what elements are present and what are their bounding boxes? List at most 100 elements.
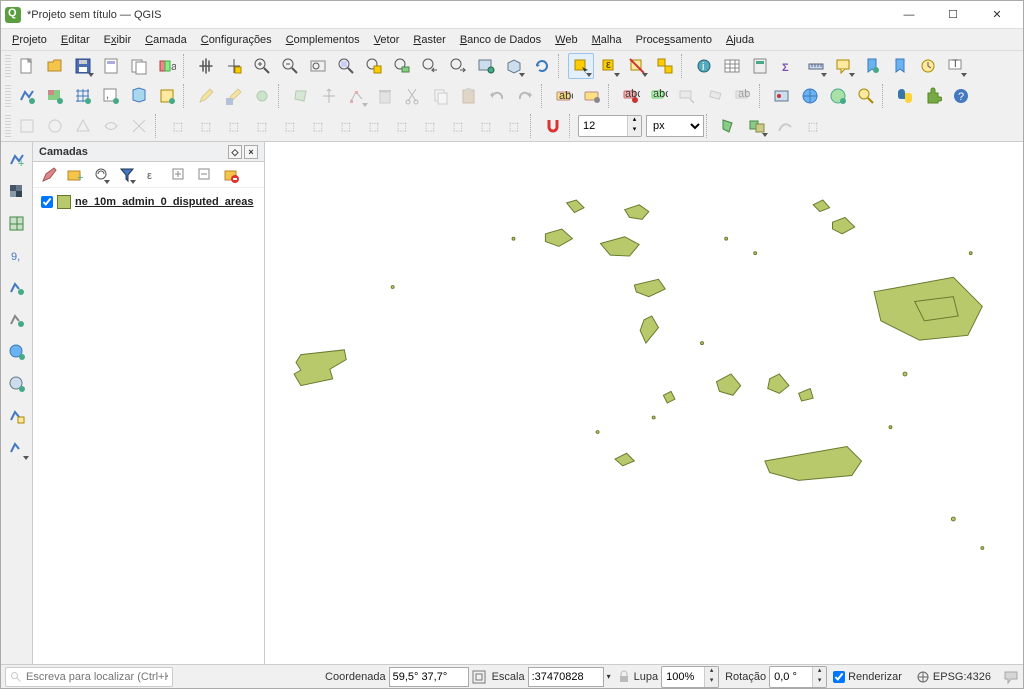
new-map-view-button[interactable]	[473, 53, 499, 79]
messages-icon[interactable]	[1003, 669, 1019, 685]
menu-editar[interactable]: Editar	[54, 32, 97, 48]
adv-digitize-15[interactable]: ⬚	[417, 113, 443, 139]
python-console-button[interactable]	[892, 83, 918, 109]
magnifier-input[interactable]: ▴▾	[661, 666, 719, 688]
adv-digitize-14[interactable]: ⬚	[389, 113, 415, 139]
avoid-intersections-button[interactable]	[744, 113, 770, 139]
adv-digitize-18[interactable]: ⬚	[501, 113, 527, 139]
add-raster-layer-button[interactable]	[42, 83, 68, 109]
text-annotation-button[interactable]: T	[943, 53, 969, 79]
panel-undock-button[interactable]: ◇	[228, 145, 242, 159]
pan-to-selection-button[interactable]	[221, 53, 247, 79]
redo-button[interactable]	[512, 83, 538, 109]
new-mesh-icon[interactable]	[3, 210, 31, 238]
menu-exibir[interactable]: Exibir	[97, 32, 139, 48]
adv-digitize-10[interactable]: ⬚	[277, 113, 303, 139]
maximize-button[interactable]: ☐	[931, 1, 975, 29]
statistics-button[interactable]: Σ	[775, 53, 801, 79]
save-project-button[interactable]	[70, 53, 96, 79]
coordinate-input[interactable]	[389, 667, 469, 687]
label-button[interactable]: abc	[551, 83, 577, 109]
zoom-native-button[interactable]	[305, 53, 331, 79]
new-bookmark-button[interactable]	[859, 53, 885, 79]
help-button[interactable]: ?	[948, 83, 974, 109]
label-move-button[interactable]	[674, 83, 700, 109]
bookmarks-button[interactable]	[887, 53, 913, 79]
rotation-input[interactable]: ▴▾	[769, 666, 827, 688]
layer-name[interactable]: ne_10m_admin_0_disputed_areas	[75, 196, 254, 208]
layer-tree[interactable]: ne_10m_admin_0_disputed_areas	[33, 188, 264, 664]
delete-selected-button[interactable]	[372, 83, 398, 109]
label-pin-button[interactable]: abc	[618, 83, 644, 109]
snap-unit-select[interactable]: px	[646, 115, 704, 137]
new-wms-icon[interactable]	[3, 338, 31, 366]
select-features-button[interactable]	[568, 53, 594, 79]
menu-ajuda[interactable]: Ajuda	[719, 32, 761, 48]
new-wfs-icon[interactable]	[3, 370, 31, 398]
toggle-editing-button[interactable]	[193, 83, 219, 109]
zoom-next-button[interactable]	[445, 53, 471, 79]
menu-processamento[interactable]: Processamento	[629, 32, 719, 48]
pan-button[interactable]	[193, 53, 219, 79]
zoom-out-button[interactable]	[277, 53, 303, 79]
render-toggle[interactable]: Renderizar	[833, 671, 902, 683]
metasearch-button[interactable]	[853, 83, 879, 109]
new-vector-icon[interactable]: +	[3, 146, 31, 174]
adv-digitize-2[interactable]	[42, 113, 68, 139]
toolbar-handle[interactable]	[5, 85, 11, 107]
save-edits-button[interactable]	[221, 83, 247, 109]
adv-digitize-5[interactable]	[126, 113, 152, 139]
label-properties-button[interactable]: ab	[730, 83, 756, 109]
menu-vetor[interactable]: Vetor	[367, 32, 407, 48]
new-spatialite-icon[interactable]	[3, 306, 31, 334]
add-spatialite-button[interactable]	[126, 83, 152, 109]
new-delimited-icon[interactable]: 9,	[3, 242, 31, 270]
menu-raster[interactable]: Raster	[406, 32, 452, 48]
adv-digitize-16[interactable]: ⬚	[445, 113, 471, 139]
remove-layer-button[interactable]	[220, 164, 242, 186]
adv-digitize-12[interactable]: ⬚	[333, 113, 359, 139]
collapse-all-button[interactable]	[194, 164, 216, 186]
manage-themes-button[interactable]	[90, 164, 112, 186]
adv-digitize-3[interactable]	[70, 113, 96, 139]
adv-digitize-6[interactable]: ⬚	[165, 113, 191, 139]
label-show-button[interactable]: abc	[646, 83, 672, 109]
close-button[interactable]: ✕	[975, 1, 1019, 29]
new-geopackage-icon[interactable]	[3, 274, 31, 302]
paste-features-button[interactable]	[456, 83, 482, 109]
snap-tolerance-input[interactable]: ▴▾	[578, 115, 642, 137]
zoom-full-button[interactable]	[333, 53, 359, 79]
new-project-button[interactable]	[14, 53, 40, 79]
attribute-table-button[interactable]	[719, 53, 745, 79]
add-polygon-button[interactable]	[288, 83, 314, 109]
menu-malha[interactable]: Malha	[585, 32, 629, 48]
render-checkbox[interactable]	[833, 671, 845, 683]
wms-button[interactable]	[797, 83, 823, 109]
crs-display[interactable]: EPSG:4326	[916, 670, 991, 684]
menu-banco-de-dados[interactable]: Banco de Dados	[453, 32, 548, 48]
layer-visibility-checkbox[interactable]	[41, 196, 53, 208]
add-feature-button[interactable]	[249, 83, 275, 109]
adv-digitize-9[interactable]: ⬚	[249, 113, 275, 139]
adv-digitize-1[interactable]	[14, 113, 40, 139]
filter-expression-button[interactable]: ε	[142, 164, 164, 186]
copy-features-button[interactable]	[428, 83, 454, 109]
adv-digitize-13[interactable]: ⬚	[361, 113, 387, 139]
menu-web[interactable]: Web	[548, 32, 584, 48]
scale-input[interactable]	[528, 667, 604, 687]
new-print-layout-button[interactable]	[98, 53, 124, 79]
style-manager-button[interactable]: a	[154, 53, 180, 79]
label-rotate-button[interactable]	[702, 83, 728, 109]
adv-digitize-11[interactable]: ⬚	[305, 113, 331, 139]
add-group-button[interactable]: +	[64, 164, 86, 186]
georeferencer-button[interactable]	[769, 83, 795, 109]
layer-style-button[interactable]	[38, 164, 60, 186]
layer-row[interactable]: ne_10m_admin_0_disputed_areas	[37, 194, 260, 210]
plugins-button[interactable]	[920, 83, 946, 109]
new-virtual-icon[interactable]	[3, 402, 31, 430]
add-mesh-layer-button[interactable]	[70, 83, 96, 109]
add-virtual-layer-button[interactable]	[154, 83, 180, 109]
trace-button[interactable]	[772, 113, 798, 139]
refresh-button[interactable]	[529, 53, 555, 79]
cut-features-button[interactable]	[400, 83, 426, 109]
